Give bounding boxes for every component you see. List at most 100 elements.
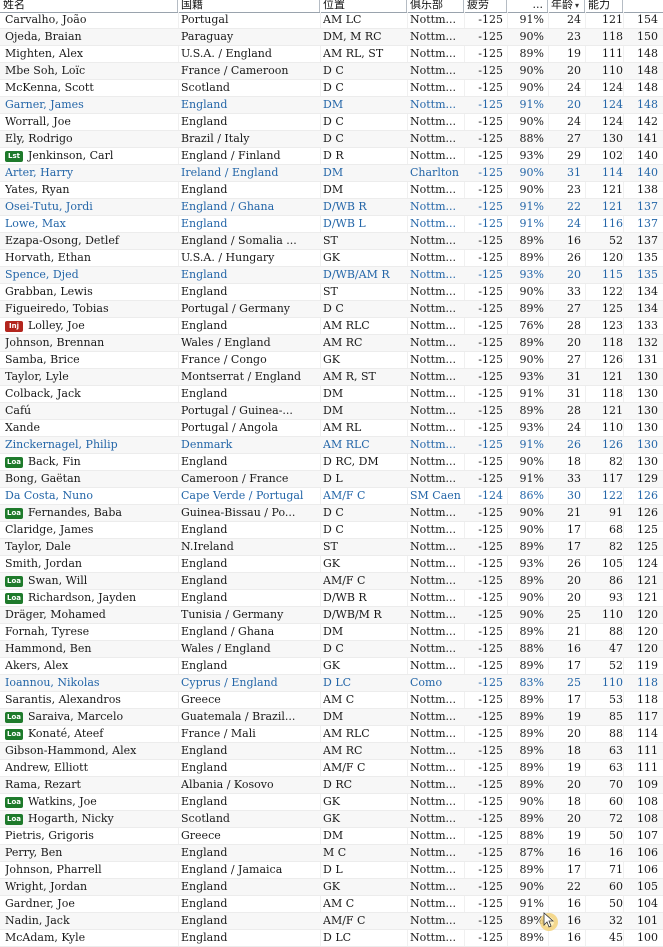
table-row[interactable]: Inj Lolley, Joe England AM RLC Nottm... -125 7…	[0, 318, 663, 335]
table-row[interactable]: Nadin, Jack England AM/F C Nottm... -125 89% 1…	[0, 913, 663, 930]
table-row[interactable]: Zinckernagel, Philip Denmark AM RLC Nottm..…	[0, 437, 663, 454]
player-fitness: 89%	[510, 250, 544, 266]
table-row[interactable]: Xande Portugal / Angola AM RL Nottm... -125 9…	[0, 420, 663, 437]
player-name-text: Ojeda, Braian	[5, 30, 82, 43]
table-row[interactable]: Pietris, Grigoris Greece DM Nottm... -125 88%…	[0, 828, 663, 845]
player-nationality: England	[181, 216, 317, 232]
column-header-cost[interactable]: 疲劳	[464, 0, 507, 12]
table-row[interactable]: Yates, Ryan England DM Nottm... -125 90% 23 121…	[0, 182, 663, 199]
table-row[interactable]: Da Costa, Nuno Cape Verde / Portugal AM/F …	[0, 488, 663, 505]
table-row[interactable]: Horvath, Ethan U.S.A. / Hungary GK Nottm...…	[0, 250, 663, 267]
player-name-text: Worrall, Joe	[5, 115, 71, 128]
player-name-text: Claridge, James	[5, 523, 94, 536]
column-header-fitness[interactable]: ...	[507, 0, 548, 12]
player-club-text: Nottm...	[410, 472, 457, 485]
table-row[interactable]: Smith, Jordan England GK Nottm... -125 93% 26 1…	[0, 556, 663, 573]
table-row[interactable]: Mighten, Alex U.S.A. / England AM RL, ST No…	[0, 46, 663, 63]
table-row[interactable]: Colback, Jack England DM Nottm... -125 91% 31 1…	[0, 386, 663, 403]
player-name-text: Taylor, Dale	[5, 540, 71, 553]
table-row[interactable]: Andrew, Elliott England AM/F C Nottm... -125…	[0, 760, 663, 777]
table-row[interactable]: McAdam, Kyle England D LC Nottm... -125 89% 16…	[0, 930, 663, 947]
table-row[interactable]: Loa Hogarth, Nicky Scotland GK Nottm... -125 8…	[0, 811, 663, 828]
table-row[interactable]: Gibson-Hammond, Alex England AM RC Nottm...…	[0, 743, 663, 760]
player-position-text: AM RLC	[323, 727, 370, 740]
player-fitness-text: 89%	[519, 710, 544, 723]
table-row[interactable]: Claridge, James England D C Nottm... -125 90%…	[0, 522, 663, 539]
column-header-potential[interactable]	[623, 0, 663, 12]
player-position-text: D C	[323, 302, 344, 315]
table-row[interactable]: Ezapa-Osong, Detlef England / Somalia ...…	[0, 233, 663, 250]
table-row[interactable]: Taylor, Dale N.Ireland ST Nottm... -125 89% 17…	[0, 539, 663, 556]
player-potential: 124	[625, 556, 658, 572]
player-fitness-text: 89%	[519, 727, 544, 740]
player-fitness: 91%	[510, 896, 544, 912]
player-nationality: Guinea-Bissau / Po...	[181, 505, 317, 521]
table-row[interactable]: Spence, Djed England D/WB/AM R Nottm... -125…	[0, 267, 663, 284]
table-row[interactable]: Dräger, Mohamed Tunisia / Germany D/WB/M R…	[0, 607, 663, 624]
table-row[interactable]: Akers, Alex England GK Nottm... -125 89% 17 52 1…	[0, 658, 663, 675]
column-header-nationality[interactable]: 国籍	[178, 0, 320, 12]
table-row[interactable]: Cafú Portugal / Guinea-... DM Nottm... -125 8…	[0, 403, 663, 420]
table-row[interactable]: Worrall, Joe England D C Nottm... -125 90% 24 1…	[0, 114, 663, 131]
table-row[interactable]: Lowe, Max England D/WB L Nottm... -125 91% 24 1…	[0, 216, 663, 233]
player-potential: 111	[625, 743, 658, 759]
player-club: Nottm...	[410, 726, 462, 742]
table-row[interactable]: Rama, Rezart Albania / Kosovo D RC Nottm...…	[0, 777, 663, 794]
table-row[interactable]: Perry, Ben England M C Nottm... -125 87% 16 16 1…	[0, 845, 663, 862]
table-row[interactable]: Ioannou, Nikolas Cyprus / England D LC Como…	[0, 675, 663, 692]
table-row[interactable]: Carvalho, João Portugal AM LC Nottm... -125 9…	[0, 12, 663, 29]
player-club: Nottm...	[410, 63, 462, 79]
player-age: 17	[551, 862, 581, 878]
table-row[interactable]: Loa Back, Fin England D RC, DM Nottm... -125 9…	[0, 454, 663, 471]
table-row[interactable]: Johnson, Brennan Wales / England AM RC Nott…	[0, 335, 663, 352]
table-row[interactable]: McKenna, Scott Scotland D C Nottm... -125 90%…	[0, 80, 663, 97]
inj-badge: Inj	[5, 321, 23, 332]
table-row[interactable]: Bong, Gaëtan Cameroon / France D L Nottm...…	[0, 471, 663, 488]
column-header-position[interactable]: 位置	[320, 0, 407, 12]
table-row[interactable]: Loa Saraiva, Marcelo Guatemala / Brazil...…	[0, 709, 663, 726]
table-row[interactable]: Mbe Soh, Loïc France / Cameroon D C Nottm..…	[0, 63, 663, 80]
table-row[interactable]: Samba, Brice France / Congo GK Nottm... -125…	[0, 352, 663, 369]
player-position-text: AM RC	[323, 336, 363, 349]
player-potential: 100	[625, 930, 658, 946]
table-row[interactable]: Ely, Rodrigo Brazil / Italy D C Nottm... -12…	[0, 131, 663, 148]
player-ability-text: 63	[609, 744, 623, 757]
table-row[interactable]: Loa Konaté, Ateef France / Mali AM RLC Nottm…	[0, 726, 663, 743]
column-header-ability[interactable]: 能力	[585, 0, 623, 12]
player-position-text: DM	[323, 98, 344, 111]
player-age-text: 18	[567, 455, 581, 468]
player-cost-text: -125	[478, 336, 503, 349]
player-fitness: 87%	[510, 845, 544, 861]
player-ability: 121	[588, 369, 623, 385]
table-row[interactable]: Loa Watkins, Joe England GK Nottm... -125 90% 1…	[0, 794, 663, 811]
column-header-age[interactable]: 年龄 ▾	[548, 0, 585, 12]
table-row[interactable]: Hammond, Ben Wales / England D C Nottm... -1…	[0, 641, 663, 658]
table-row[interactable]: Sarantis, Alexandros Greece AM C Nottm... -1…	[0, 692, 663, 709]
table-row[interactable]: Figueiredo, Tobias Portugal / Germany D C N…	[0, 301, 663, 318]
player-position: AM/F C	[323, 488, 405, 504]
player-nationality-text: France / Cameroon	[181, 64, 289, 77]
player-position: GK	[323, 556, 405, 572]
table-row[interactable]: Lst Jenkinson, Carl England / Finland D R No…	[0, 148, 663, 165]
table-row[interactable]: Garner, James England DM Nottm... -125 91% 20 1…	[0, 97, 663, 114]
table-row[interactable]: Loa Richardson, Jayden England D/WB R Nottm.…	[0, 590, 663, 607]
player-fitness-text: 91%	[519, 217, 544, 230]
table-row[interactable]: Johnson, Pharrell England / Jamaica D L Not…	[0, 862, 663, 879]
column-header-name[interactable]: 姓名	[0, 0, 178, 12]
table-row[interactable]: Loa Swan, Will England AM/F C Nottm... -125 89…	[0, 573, 663, 590]
table-row[interactable]: Ojeda, Braian Paraguay DM, M RC Nottm... -12…	[0, 29, 663, 46]
table-row[interactable]: Wright, Jordan England GK Nottm... -125 90% 22…	[0, 879, 663, 896]
table-row[interactable]: Taylor, Lyle Montserrat / England AM R, ST…	[0, 369, 663, 386]
table-row[interactable]: Grabban, Lewis England ST Nottm... -125 90% 33…	[0, 284, 663, 301]
player-club-text: Nottm...	[410, 30, 457, 43]
table-row[interactable]: Loa Fernandes, Baba Guinea-Bissau / Po... D…	[0, 505, 663, 522]
table-row[interactable]: Fornah, Tyrese England / Ghana DM Nottm... -…	[0, 624, 663, 641]
table-row[interactable]: Arter, Harry Ireland / England DM Charlton -…	[0, 165, 663, 182]
player-nationality: Wales / England	[181, 641, 317, 657]
player-name-text: Jenkinson, Carl	[28, 149, 114, 162]
player-cost: -125	[466, 454, 503, 470]
table-row[interactable]: Gardner, Joe England AM C Nottm... -125 91% 16…	[0, 896, 663, 913]
player-potential-text: 134	[637, 285, 658, 298]
table-row[interactable]: Osei-Tutu, Jordi England / Ghana D/WB R Not…	[0, 199, 663, 216]
column-header-club[interactable]: 俱乐部	[407, 0, 464, 12]
